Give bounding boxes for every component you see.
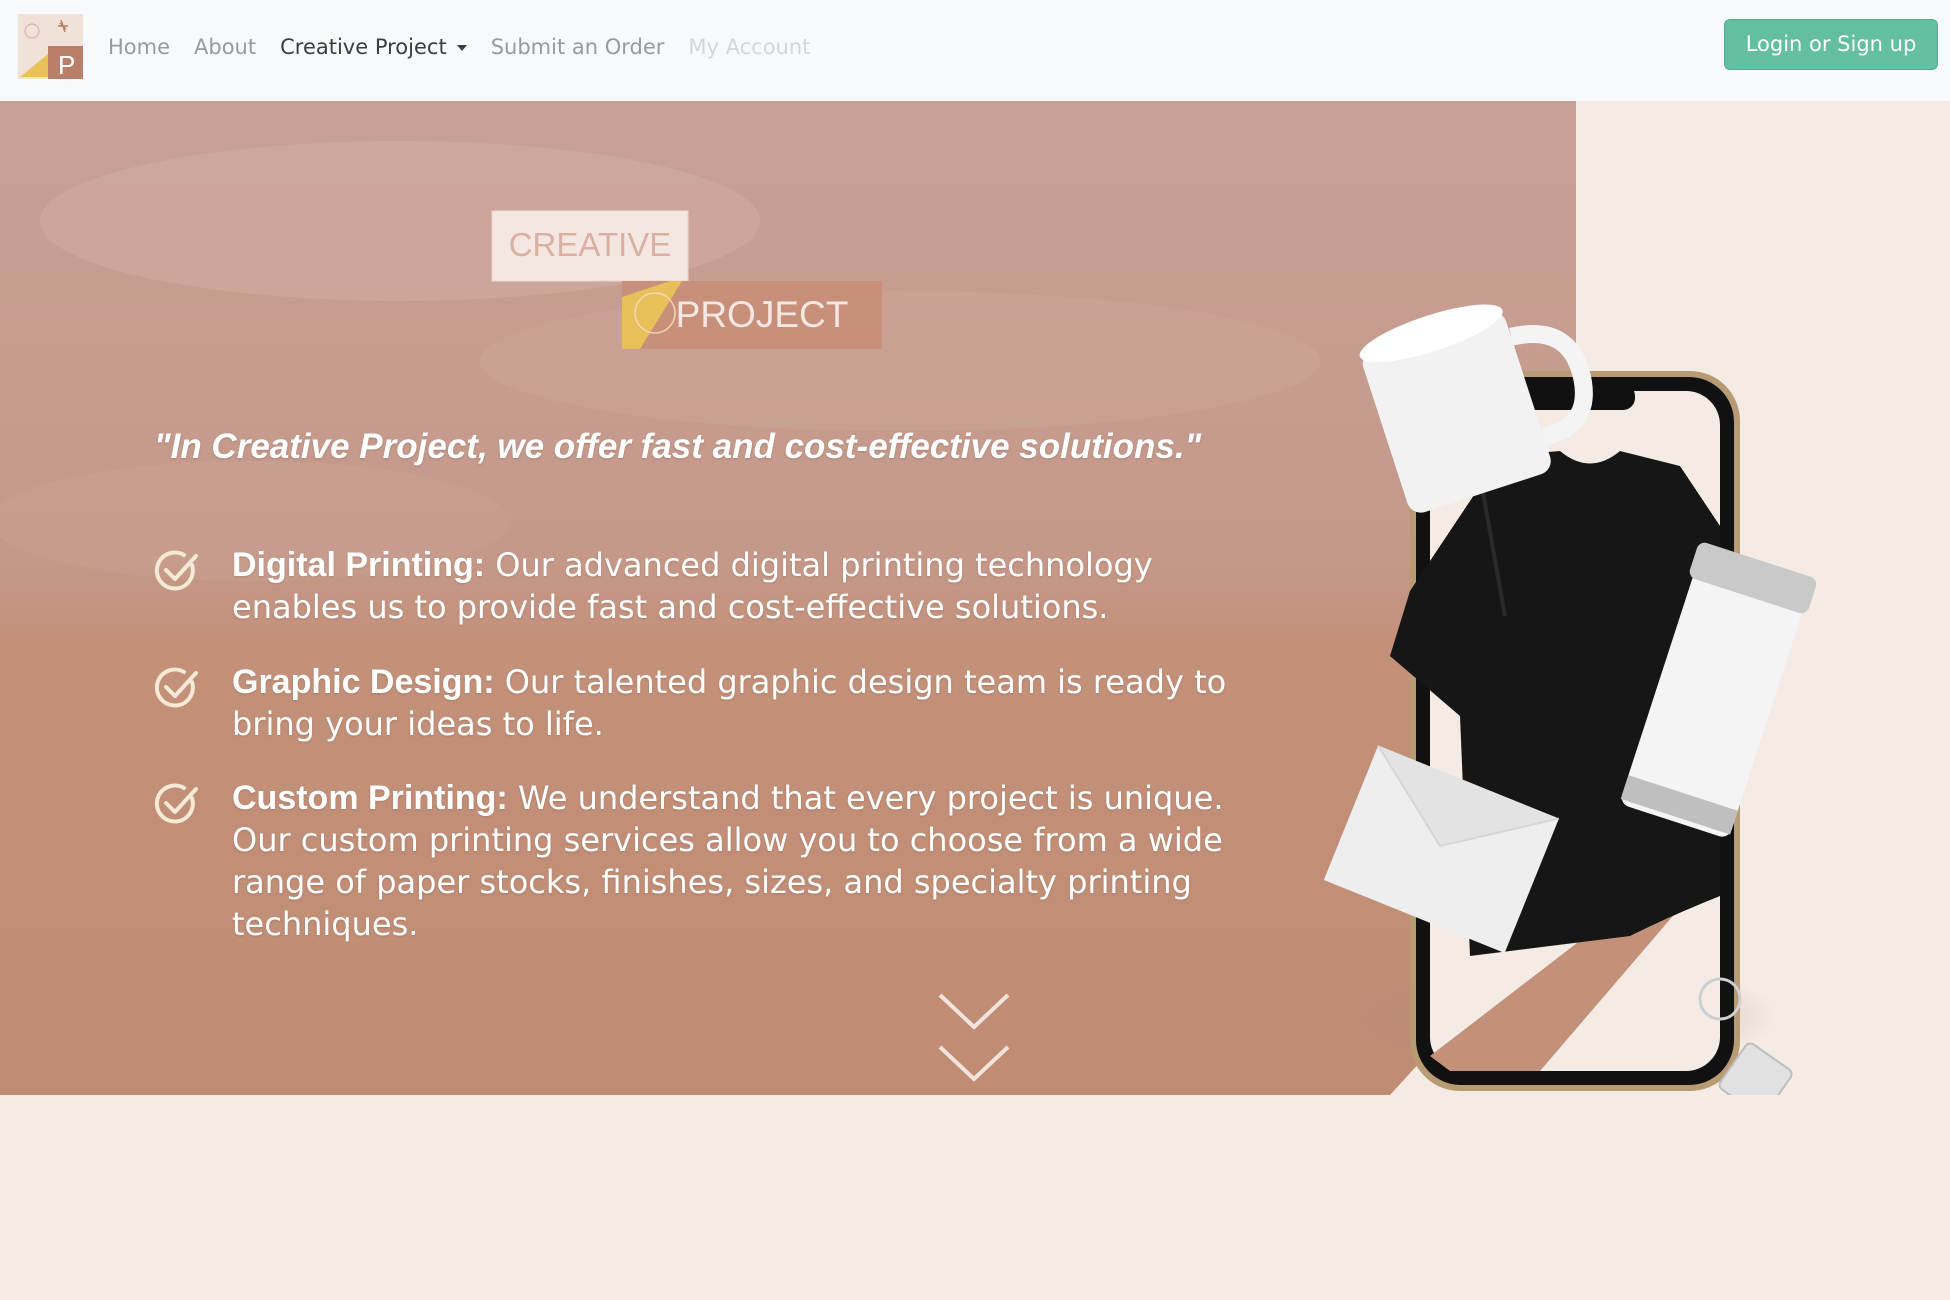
feature-text: Custom Printing: We understand that ever… [232,777,1232,945]
feature-title: Graphic Design: [232,663,495,701]
nav-submit-order-link[interactable]: Submit an Order [491,35,665,59]
product-illustration [1320,304,1817,1095]
caret-down-icon [456,45,467,51]
feature-title: Custom Printing: [232,779,508,817]
svg-text:P: P [58,50,75,79]
hero-section: CREATIVE PROJECT "In Creative Project, w… [0,101,1950,1095]
chevron-down-icon[interactable] [936,991,1012,1095]
login-signup-button[interactable]: Login or Sign up [1724,19,1938,70]
logo-icon[interactable]: P [18,14,83,79]
navbar: P Home About Creative Project Submit an … [0,0,1950,101]
nav-links: Home About Creative Project Submit an Or… [108,30,834,64]
nav-creative-project-dropdown[interactable]: Creative Project [280,35,467,59]
feature-text: Digital Printing: Our advanced digital p… [232,544,1232,628]
nav-about-link[interactable]: About [194,35,256,59]
nav-my-account-link[interactable]: My Account [688,35,810,59]
check-icon [154,550,198,591]
logo-word-creative: CREATIVE [509,226,672,263]
nav-home-link[interactable]: Home [108,35,170,59]
check-icon [154,667,198,708]
creative-project-logo: CREATIVE PROJECT [491,210,882,349]
feature-text: Graphic Design: Our talented graphic des… [232,661,1232,745]
nav-creative-project-label: Creative Project [280,35,447,59]
check-icon [154,783,198,824]
hero-tagline: "In Creative Project, we offer fast and … [154,427,1202,466]
logo-word-project: PROJECT [676,294,849,335]
feature-title: Digital Printing: [232,546,486,584]
